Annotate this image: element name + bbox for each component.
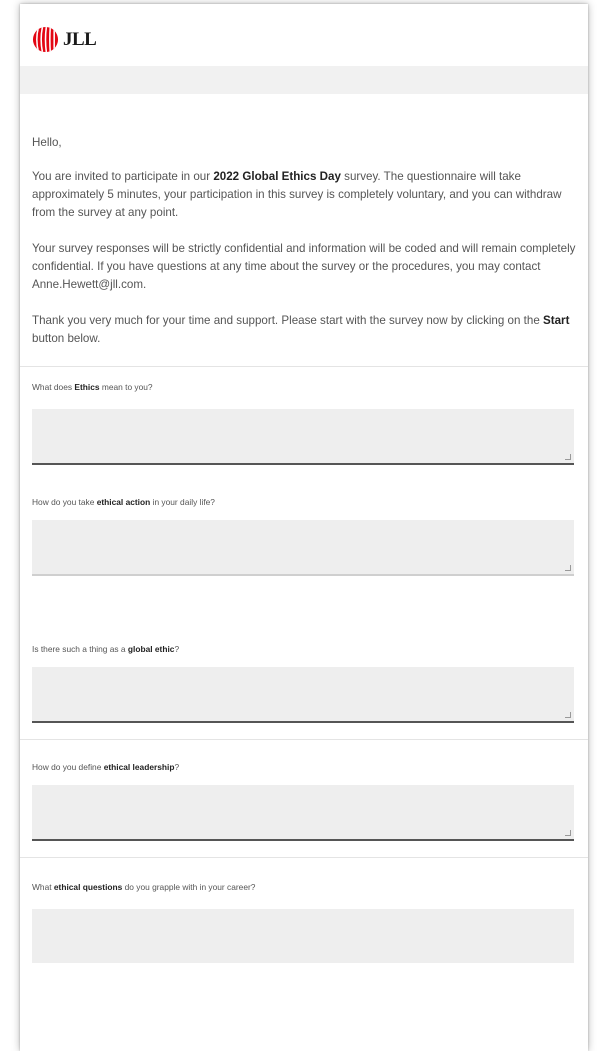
intro-paragraph-1: You are invited to participate in our 20… <box>32 170 562 219</box>
divider <box>20 857 588 858</box>
divider <box>20 366 588 367</box>
resize-handle-icon[interactable] <box>565 712 571 718</box>
greeting: Hello, <box>32 136 62 149</box>
header-band <box>20 66 588 94</box>
question-label: What ethical questions do you grapple wi… <box>32 882 256 892</box>
header: JLL <box>20 4 588 66</box>
question-2: How do you take ethical action in your d… <box>20 497 588 576</box>
question-4: How do you define ethical leadership? <box>20 762 588 841</box>
jll-logo-icon <box>32 26 59 53</box>
question-label: How do you define ethical leadership? <box>32 762 180 772</box>
intro-paragraph-2: Your survey responses will be strictly c… <box>32 242 576 291</box>
survey-card: JLL Hello, You are invited to participat… <box>20 4 588 1051</box>
answer-textarea[interactable] <box>32 909 574 963</box>
brand-name: JLL <box>63 28 97 50</box>
resize-handle-icon[interactable] <box>565 565 571 571</box>
answer-textarea[interactable] <box>32 409 574 465</box>
question-5: What ethical questions do you grapple wi… <box>20 882 588 963</box>
question-label: How do you take ethical action in your d… <box>32 497 215 507</box>
divider <box>20 739 588 740</box>
resize-handle-icon[interactable] <box>565 454 571 460</box>
question-3: Is there such a thing as a global ethic? <box>20 644 588 723</box>
intro-text: Hello, You are invited to participate in… <box>20 94 588 348</box>
jll-logo: JLL <box>32 26 97 53</box>
resize-handle-icon[interactable] <box>565 830 571 836</box>
intro-paragraph-3: Thank you very much for your time and su… <box>32 314 570 345</box>
answer-textarea[interactable] <box>32 520 574 576</box>
question-1: What does Ethics mean to you? <box>20 382 588 465</box>
answer-textarea[interactable] <box>32 667 574 723</box>
survey-name: 2022 Global Ethics Day <box>213 170 341 183</box>
start-reference: Start <box>543 314 570 327</box>
question-label: What does Ethics mean to you? <box>32 382 153 392</box>
answer-textarea[interactable] <box>32 785 574 841</box>
question-label: Is there such a thing as a global ethic? <box>32 644 180 654</box>
